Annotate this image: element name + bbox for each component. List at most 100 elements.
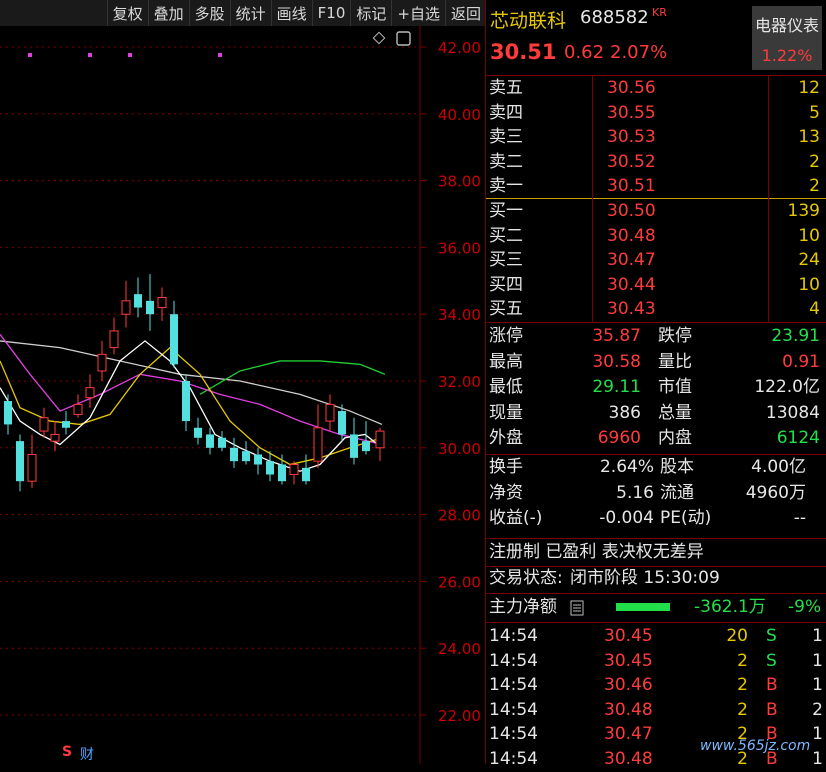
bid-volume: 139: [787, 201, 820, 221]
event-marker[interactable]: [128, 53, 132, 57]
stat-value: 23.91: [771, 326, 820, 346]
bid-price: 30.50: [607, 201, 656, 221]
stat-row[interactable]: 收益(-) -0.004 PE(动) --: [486, 506, 826, 531]
toolbar-button[interactable]: 多股: [188, 0, 230, 26]
stat-row[interactable]: 最高 30.58 量比 0.91: [486, 350, 826, 375]
bid-row[interactable]: 买四 30.44 10: [486, 273, 826, 298]
stat-label: 现量: [489, 402, 523, 423]
bid-row[interactable]: 买二 30.48 10: [486, 224, 826, 249]
tick-row[interactable]: 14:54 30.46 2 B 1: [486, 673, 826, 698]
event-marker[interactable]: [218, 53, 222, 57]
ask-row[interactable]: 卖二 30.52 2: [486, 150, 826, 175]
ask-volume: 2: [809, 151, 820, 172]
trade-status-value: 闭市阶段 15:30:09: [570, 568, 720, 588]
tick-row[interactable]: 14:54 30.45 20 S 1: [486, 624, 826, 649]
price-tick-label: 34.00: [438, 306, 481, 324]
bid-label: 买三: [489, 250, 523, 270]
stat-row[interactable]: 净资 5.16 流通 4960万: [486, 481, 826, 506]
candle-body: [194, 427, 202, 438]
tick-row[interactable]: 14:54 30.45 2 S 1: [486, 649, 826, 674]
candle-body: [362, 441, 370, 452]
event-marker[interactable]: [28, 53, 32, 57]
ask-row[interactable]: 卖三 30.53 13: [486, 125, 826, 150]
registration-row: 注册制 已盈利 表决权无差异: [486, 540, 826, 565]
stat-value: 2.64%: [599, 457, 654, 477]
bid-row[interactable]: 买三 30.47 24: [486, 248, 826, 273]
price-tick-label: 24.00: [438, 640, 481, 658]
stat-label: 流通: [660, 482, 694, 503]
ask-volume: 13: [798, 127, 820, 147]
ask-label: 卖四: [489, 102, 523, 123]
stat-label: 净资: [489, 482, 523, 503]
s-tag[interactable]: S: [62, 744, 72, 760]
tick-volume: 2: [737, 675, 748, 695]
stat-row[interactable]: 涨停 35.87 跌停 23.91: [486, 324, 826, 349]
stat-label: 总量: [658, 402, 692, 423]
finance-tag[interactable]: 财: [80, 744, 94, 764]
toolbar-button[interactable]: 标记: [350, 0, 391, 26]
ma-line: [0, 340, 383, 472]
main-net-label: 主力净额: [489, 597, 557, 617]
bid-row[interactable]: 买五 30.43 4: [486, 297, 826, 322]
stat-label: 外盘: [489, 428, 523, 448]
kline-chart[interactable]: 42.00 40.00 38.00 36.00 34.00 32.00 30.00 28.00…: [0, 26, 486, 764]
ask-label: 卖三: [489, 127, 523, 147]
bid-label: 买一: [489, 201, 523, 221]
stat-row[interactable]: 最低 29.11 市值 122.0亿: [486, 375, 826, 400]
candle-body: [182, 381, 190, 422]
main-net-bar: [616, 603, 670, 611]
candle-body: [289, 464, 299, 476]
toolbar-button[interactable]: 返回: [444, 0, 486, 26]
bid-label: 买五: [489, 299, 523, 319]
event-marker[interactable]: [88, 53, 92, 57]
stat-row[interactable]: 外盘 6960 内盘 6124: [486, 426, 826, 451]
price-tick-label: 26.00: [438, 573, 481, 591]
ask-row[interactable]: 卖一 30.51 2: [486, 174, 826, 199]
sector-pct: 1.22%: [761, 46, 813, 65]
toolbar-button[interactable]: 画线: [270, 0, 312, 26]
list-icon[interactable]: [570, 599, 584, 624]
candle-body: [97, 353, 107, 372]
ask-price: 30.51: [607, 176, 656, 196]
stat-row[interactable]: 换手 2.64% 股本 4.00亿: [486, 455, 826, 480]
tick-volume: 2: [737, 699, 748, 720]
ask-row[interactable]: 卖四 30.55 5: [486, 101, 826, 126]
chart-corner-icons[interactable]: [372, 31, 411, 46]
bid-price: 30.43: [607, 299, 656, 319]
price-tick-label: 38.00: [438, 173, 481, 191]
tick-side: S: [766, 626, 777, 646]
watermark: www.565jz.com: [700, 738, 811, 754]
candle-body: [4, 401, 12, 425]
candle-body: [157, 297, 167, 309]
bid-volume: 4: [809, 299, 820, 319]
diamond-icon[interactable]: [372, 31, 386, 45]
ask-price: 30.53: [607, 127, 656, 147]
bid-label: 买四: [489, 274, 523, 295]
stat-label: PE(动): [660, 508, 712, 528]
toolbar-button[interactable]: 统计: [229, 0, 271, 26]
candle-body: [85, 387, 95, 399]
stat-label: 市值: [658, 377, 692, 397]
ask-row[interactable]: 卖五 30.56 12: [486, 76, 826, 101]
ask-volume: 12: [798, 78, 820, 98]
stat-value: 5.16: [616, 482, 654, 503]
kr-tag: KR: [652, 6, 667, 19]
toolbar-button[interactable]: F10: [311, 0, 351, 26]
main-net-pct: -9%: [788, 597, 822, 617]
tick-row[interactable]: 14:54 30.48 2 B 2: [486, 698, 826, 723]
stat-value: 0.91: [782, 351, 820, 372]
toolbar-button[interactable]: 复权: [106, 0, 148, 26]
stat-value: --: [793, 508, 806, 528]
tick-side: B: [766, 675, 778, 695]
sector-box[interactable]: 电器仪表 1.22%: [752, 6, 822, 70]
stat-row[interactable]: 现量 386 总量 13084: [486, 401, 826, 426]
price-tick-label: 32.00: [438, 373, 481, 391]
candle-body: [338, 411, 346, 435]
stat-value: -0.004: [599, 508, 654, 528]
candle-body: [278, 464, 286, 482]
toolbar-button[interactable]: +自选: [391, 0, 445, 26]
divider: [486, 538, 826, 539]
toolbar-button[interactable]: 叠加: [147, 0, 189, 26]
bid-row[interactable]: 买一 30.50 139: [486, 199, 826, 224]
window-icon[interactable]: [396, 31, 411, 46]
